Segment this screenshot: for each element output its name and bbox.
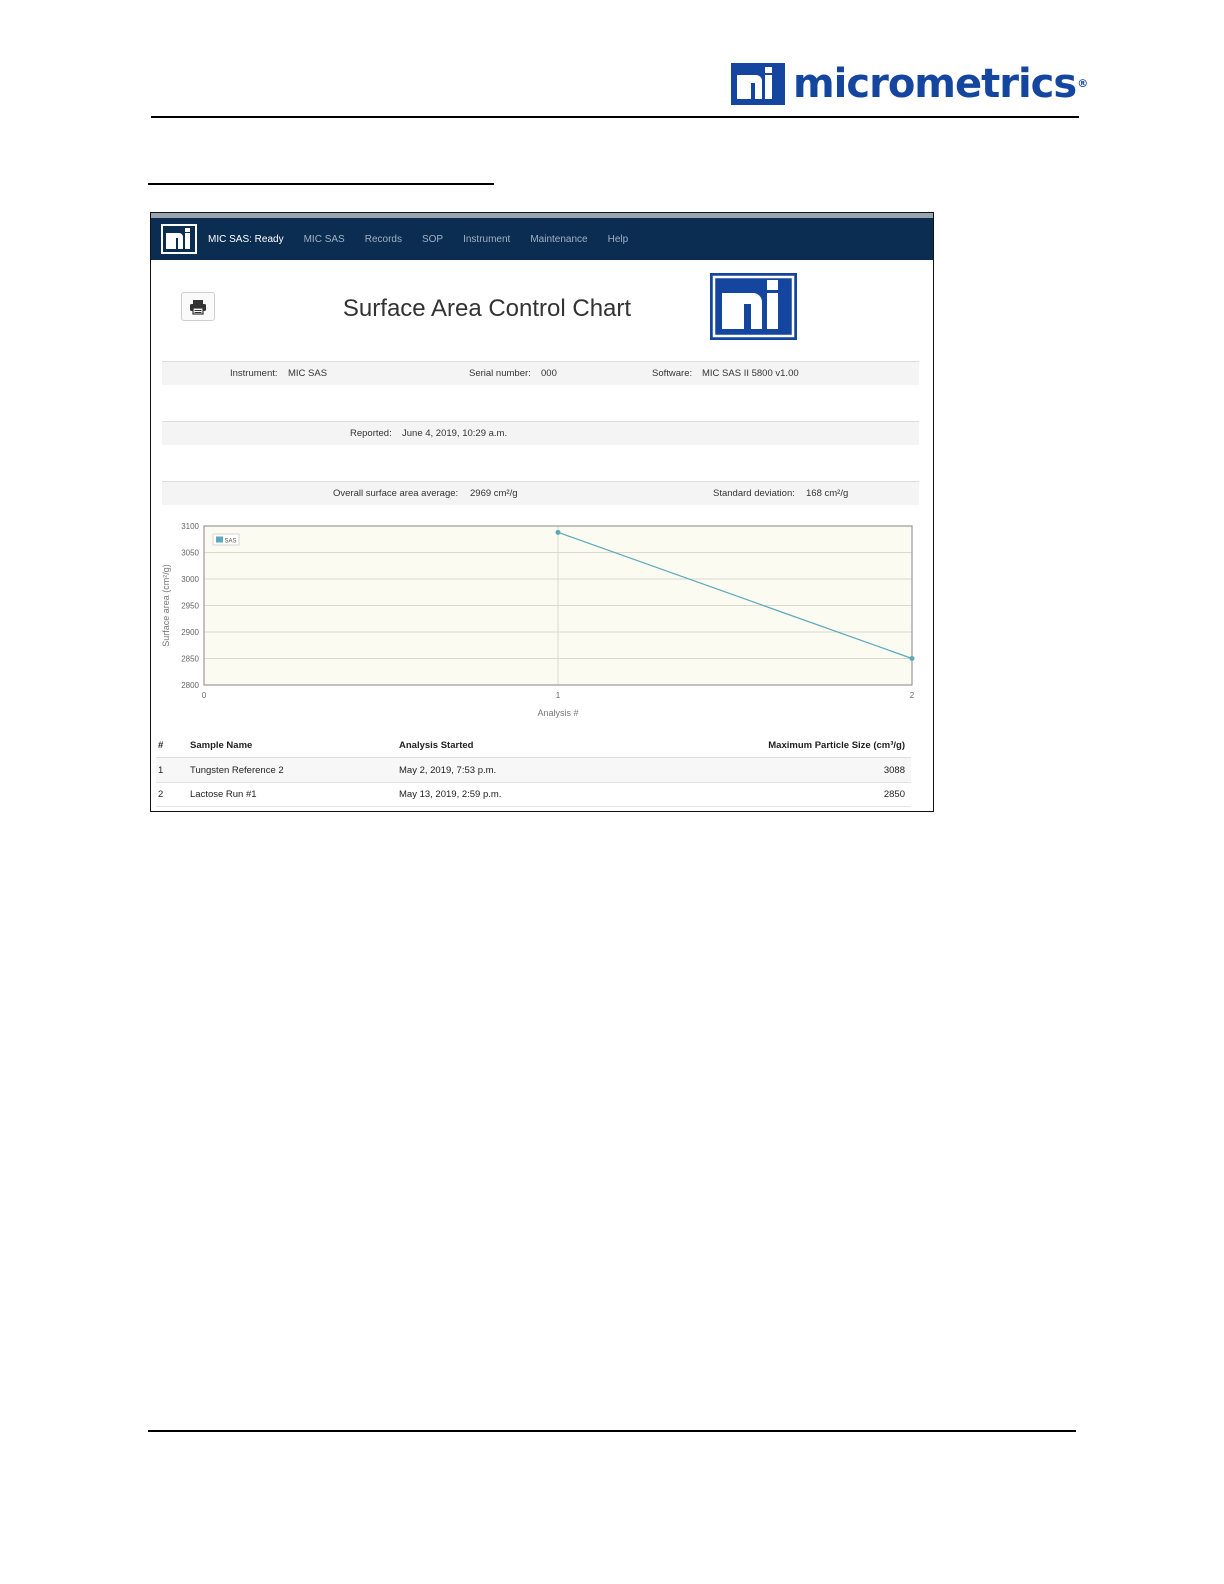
nav-item-mic-sas[interactable]: MIC SAS (304, 234, 345, 245)
brand-wordmark: micrometrics® (793, 61, 1088, 107)
software-label: Software: (652, 368, 693, 379)
instrument-value: MIC SAS (288, 368, 328, 379)
stddev-label: Standard deviation: (713, 488, 795, 499)
header-rule (151, 116, 1079, 118)
data-point (909, 656, 915, 661)
micromeritics-logo: micrometrics® (731, 61, 1088, 107)
footer-rule (148, 1430, 1076, 1432)
nav-item-maintenance[interactable]: Maintenance (530, 234, 587, 245)
row-analysis-started: May 2, 2019, 7:53 p.m. (399, 765, 497, 776)
statistics-row: Overall surface area average: 2969 cm²/g… (162, 481, 919, 505)
instrument-info-row: Instrument: MIC SAS Serial number: 000 S… (162, 361, 919, 385)
print-button[interactable] (181, 292, 215, 321)
nav-item-sop[interactable]: SOP (422, 234, 443, 245)
y-tick-label: 2800 (181, 681, 199, 690)
table-header-row: # Sample Name Analysis Started Maximum P… (156, 733, 911, 759)
legend-label: SAS (225, 539, 237, 545)
y-tick-label: 2850 (181, 655, 199, 664)
y-axis-label: Surface area (cm²/g) (161, 564, 171, 647)
section-rule (148, 183, 494, 185)
serial-value: 000 (541, 368, 557, 379)
header-analysis-started: Analysis Started (399, 740, 474, 751)
nav-status[interactable]: MIC SAS: Ready (208, 234, 284, 245)
table-row[interactable]: 2 Lactose Run #1 May 13, 2019, 2:59 p.m.… (156, 782, 911, 807)
y-tick-label: 3000 (181, 575, 199, 584)
average-value: 2969 cm²/g (470, 488, 518, 499)
x-tick-label: 0 (202, 691, 207, 700)
row-sample-name: Lactose Run #1 (190, 789, 257, 800)
mi-logo-mark (731, 63, 785, 105)
nav-menu: MIC SAS: Ready MIC SAS Records SOP Instr… (208, 218, 648, 260)
x-axis-label: Analysis # (537, 708, 578, 718)
serial-label: Serial number: (469, 368, 531, 379)
y-tick-label: 3100 (181, 522, 199, 531)
report-title: Surface Area Control Chart (342, 295, 632, 322)
nav-item-instrument[interactable]: Instrument (463, 234, 510, 245)
row-max-particle-size: 2850 (883, 789, 905, 800)
x-tick-label: 2 (910, 691, 915, 700)
legend-swatch (216, 536, 223, 543)
nav-item-records[interactable]: Records (365, 234, 402, 245)
printer-icon (190, 299, 206, 315)
header-max-particle-size: Maximum Particle Size (cm³/g) (768, 740, 905, 751)
surface-area-chart: 3100 3050 3000 2950 2900 2850 28000 1 2 Analysis … (161, 522, 915, 718)
instrument-label: Instrument: (230, 368, 278, 379)
row-analysis-started: May 13, 2019, 2:59 p.m. (399, 789, 502, 800)
header-number: # (158, 740, 164, 751)
stddev-value: 168 cm²/g (806, 488, 849, 499)
data-point (555, 529, 561, 535)
x-tick-label: 1 (556, 691, 561, 700)
y-tick-label: 2900 (181, 628, 199, 637)
row-max-particle-size: 3088 (883, 765, 905, 776)
y-tick-label: 2950 (181, 602, 199, 611)
nav-mi-logo[interactable] (161, 224, 197, 254)
top-navbar: MIC SAS: Ready MIC SAS Records SOP Instr… (151, 213, 933, 260)
reported-value: June 4, 2019, 10:29 a.m. (402, 428, 508, 439)
nav-item-help[interactable]: Help (608, 234, 629, 245)
report-screenshot: MIC SAS: Ready MIC SAS Records SOP Instr… (150, 212, 934, 812)
y-tick-label: 3050 (181, 549, 199, 558)
header-sample-name: Sample Name (190, 740, 253, 751)
row-number: 1 (158, 765, 164, 776)
reported-label: Reported: (350, 428, 392, 439)
reported-row: Reported: June 4, 2019, 10:29 a.m. (162, 421, 919, 445)
software-value: MIC SAS II 5800 v1.00 (702, 368, 799, 379)
average-label: Overall surface area average: (333, 488, 459, 499)
row-number: 2 (158, 789, 164, 800)
row-sample-name: Tungsten Reference 2 (190, 765, 284, 776)
mi-report-logo (710, 273, 797, 340)
table-row[interactable]: 1 Tungsten Reference 2 May 2, 2019, 7:53… (156, 758, 911, 783)
